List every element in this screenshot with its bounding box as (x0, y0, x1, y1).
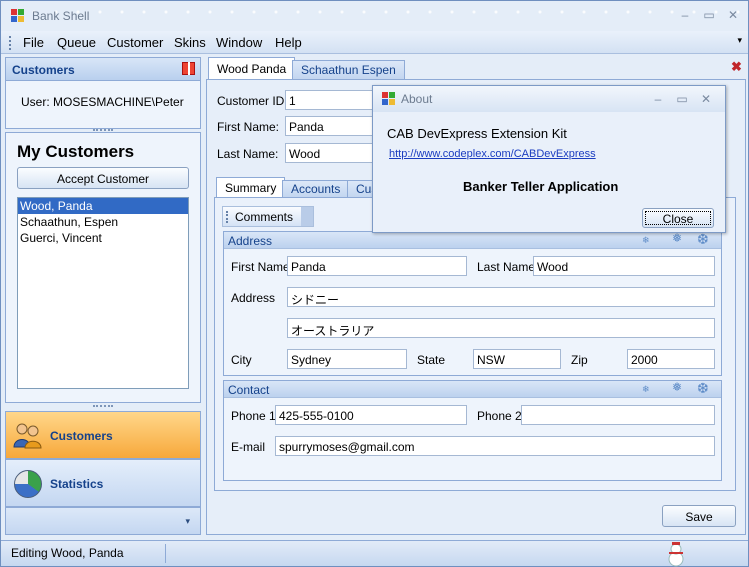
people-icon (12, 421, 44, 449)
list-item[interactable]: Schaathun, Espen (18, 214, 188, 230)
menu-skins[interactable]: Skins (174, 35, 206, 50)
close-window-button[interactable]: ✕ (725, 7, 741, 23)
main-window: Bank Shell – ▭ ✕ File Queue Customer Ski… (0, 0, 749, 567)
snowflake-icon: ❆ (697, 231, 709, 247)
snowflake-icon: ❄ (642, 235, 650, 245)
comments-label: Comments (235, 210, 294, 224)
snowflake-icon: ❅ (672, 380, 683, 394)
state-label: State (417, 353, 446, 367)
phone2-field[interactable] (521, 405, 715, 425)
menu-window[interactable]: Window (216, 35, 262, 50)
menu-grip[interactable] (9, 36, 12, 50)
nav-customers-label: Customers (50, 429, 113, 443)
list-item[interactable]: Wood, Panda (18, 198, 188, 214)
window-title: Bank Shell (32, 9, 90, 23)
gift-icon[interactable] (182, 62, 195, 75)
city-label: City (231, 353, 252, 367)
phone2-label: Phone 2 (477, 409, 522, 423)
my-customers-box: My Customers Accept Customer Wood, Panda… (5, 132, 201, 403)
about-close-button[interactable]: ✕ (698, 91, 714, 107)
snowflake-icon: ❆ (697, 380, 709, 396)
tab-schaathun-espen[interactable]: Schaathun Espen (292, 60, 405, 79)
status-text: Editing Wood, Panda (11, 546, 124, 560)
email-label: E-mail (231, 440, 266, 454)
tab-summary[interactable]: Summary (216, 177, 286, 197)
zip-label: Zip (571, 353, 588, 367)
nav-statistics[interactable]: Statistics (5, 459, 201, 507)
customers-panel-header: Customers (5, 57, 201, 81)
about-maximize-button[interactable]: ▭ (674, 91, 690, 107)
close-tab-icon[interactable]: ✖ (731, 59, 742, 75)
tab-wood-panda[interactable]: Wood Panda (208, 57, 296, 80)
status-divider (165, 544, 166, 563)
toolbar-grip (226, 211, 228, 223)
menu-customer[interactable]: Customer (107, 35, 163, 50)
customers-panel-title: Customers (12, 63, 75, 77)
about-product-name: CAB DevExpress Extension Kit (387, 126, 567, 141)
tab-accounts[interactable]: Accounts (282, 180, 350, 197)
list-item[interactable]: Guerci, Vincent (18, 230, 188, 246)
nav-footer: ▾ (5, 507, 201, 535)
address-first-name-field[interactable]: Panda (287, 256, 467, 276)
about-ok-button[interactable]: Close (642, 208, 714, 228)
menu-overflow-icon[interactable]: ▾ (737, 35, 742, 46)
customers-pane: Customers User: MOSESMACHINE\Peter My Cu… (5, 57, 201, 537)
about-title-bar: About – ▭ ✕ (373, 86, 725, 112)
menu-bar: File Queue Customer Skins Window Help ▾ (1, 31, 748, 54)
customer-list[interactable]: Wood, Panda Schaathun, Espen Guerci, Vin… (17, 197, 189, 389)
address-group-header: Address ❄ ❅ ❆ (224, 231, 721, 249)
accept-customer-button[interactable]: Accept Customer (17, 167, 189, 189)
minimize-button[interactable]: – (677, 7, 693, 23)
first-name-label: First Name: (217, 120, 280, 134)
snowflake-icon: ❅ (672, 231, 683, 245)
last-name-label: Last Name: (217, 147, 279, 161)
user-info: User: MOSESMACHINE\Peter (5, 81, 201, 129)
phone1-label: Phone 1 (231, 409, 276, 423)
my-customers-heading: My Customers (17, 142, 135, 161)
address-first-name-label: First Name (231, 260, 290, 274)
about-app-name: Banker Teller Application (463, 179, 619, 194)
state-field[interactable]: NSW (473, 349, 561, 369)
city-field[interactable]: Sydney (287, 349, 407, 369)
toolbar-edge (301, 207, 313, 226)
snowflake-icon: ❄ (642, 384, 650, 394)
pie-chart-icon (14, 470, 42, 498)
chevron-down-icon[interactable]: ▾ (185, 516, 190, 527)
address-label: Address (231, 291, 276, 305)
document-tabs: Wood Panda Schaathun Espen (206, 57, 746, 80)
menu-file[interactable]: File (23, 35, 44, 50)
nav-customers[interactable]: Customers (5, 411, 201, 459)
contact-title: Contact (228, 383, 270, 397)
contact-group-header: Contact ❄ ❅ ❆ (224, 380, 721, 398)
address-last-name-label: Last Name (477, 260, 536, 274)
about-minimize-button[interactable]: – (650, 91, 666, 107)
comments-toolbar[interactable]: Comments (222, 206, 314, 227)
email-field[interactable]: spurrymoses@gmail.com (275, 436, 715, 456)
maximize-button[interactable]: ▭ (701, 7, 717, 23)
app-icon (382, 92, 396, 106)
title-bar: Bank Shell – ▭ ✕ (1, 1, 748, 31)
menu-queue[interactable]: Queue (57, 35, 96, 50)
snowman-icon (668, 542, 684, 567)
status-bar: Editing Wood, Panda (1, 540, 748, 567)
address-line1-field[interactable]: シドニー (287, 287, 715, 307)
contact-group: Contact ❄ ❅ ❆ (223, 380, 722, 481)
about-dialog: About – ▭ ✕ CAB DevExpress Extension Kit… (372, 85, 726, 233)
zip-field[interactable]: 2000 (627, 349, 715, 369)
address-last-name-field[interactable]: Wood (533, 256, 715, 276)
user-label: User: MOSESMACHINE\Peter (21, 95, 184, 109)
about-title: About (401, 92, 433, 106)
app-icon (11, 9, 25, 23)
menu-help[interactable]: Help (275, 35, 302, 50)
address-line2-field[interactable]: オーストラリア (287, 318, 715, 338)
address-title: Address (228, 234, 273, 248)
customer-id-label: Customer ID: (217, 94, 288, 108)
save-button[interactable]: Save (662, 505, 736, 527)
about-link[interactable]: http://www.codeplex.com/CABDevExpress (389, 148, 596, 160)
nav-statistics-label: Statistics (50, 477, 104, 491)
phone1-field[interactable]: 425-555-0100 (275, 405, 467, 425)
splitter-handle[interactable] (93, 405, 113, 409)
